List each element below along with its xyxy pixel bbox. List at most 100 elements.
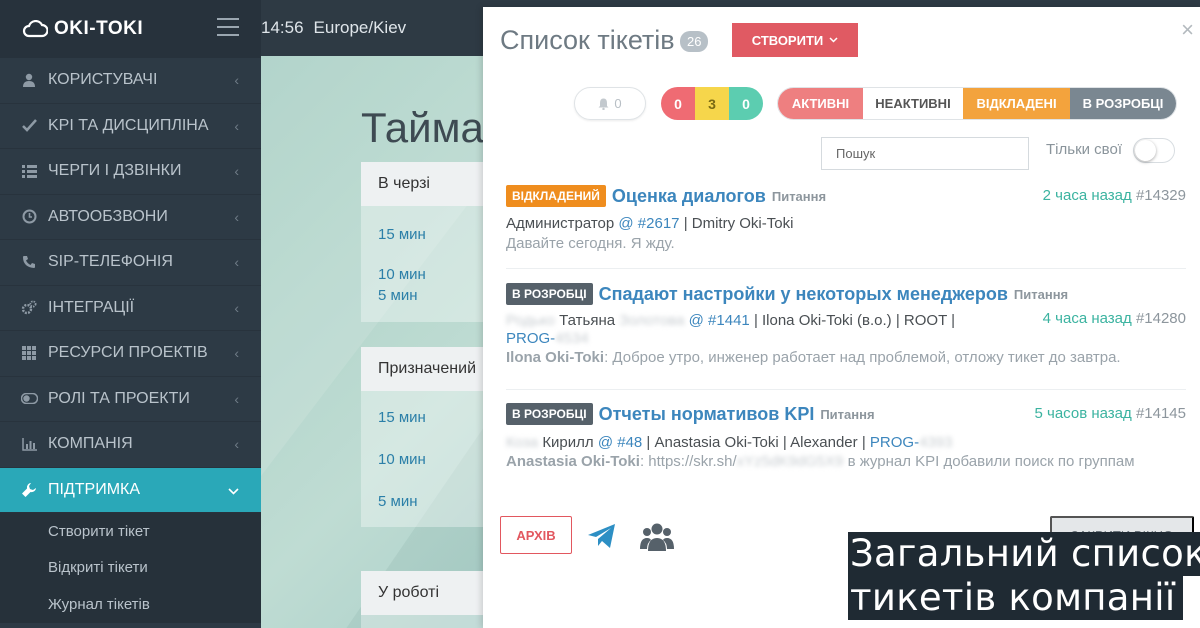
sidebar-item-integrations[interactable]: ІНТЕГРАЦІЇ ‹: [0, 286, 261, 331]
toggle-icon: [20, 390, 38, 408]
ticket-item[interactable]: В РОЗРОБЦІ Отчеты нормативов KPI Питання…: [506, 402, 1186, 470]
ticket-user-link[interactable]: @ #2617: [618, 215, 679, 232]
group-users-icon[interactable]: [640, 521, 674, 551]
ticket-time: 4 часа назад #14280: [1043, 310, 1186, 327]
sidebar-item-company[interactable]: КОМПАНІЯ ‹: [0, 422, 261, 468]
filter-in-development[interactable]: В РОЗРОБЦІ: [1070, 88, 1176, 119]
own-only-label: Тільки свої: [1046, 141, 1122, 158]
message-author: Ilona Oki-Toki: [506, 349, 605, 366]
sidebar-item-label: KPI ТА ДИСЦИПЛІНА: [48, 116, 209, 134]
ticket-last-message: Ilona Oki-Toki: Доброе утро, инженер раб…: [506, 349, 1186, 366]
promo-caption: Загальний список тикетів компанії: [848, 532, 1200, 620]
modal-title: Список тікетів: [500, 25, 675, 55]
ticket-time: 5 часов назад #14145: [1035, 405, 1186, 422]
sidebar-item-label: SIP-ТЕЛЕФОНІЯ: [48, 253, 173, 271]
wrench-icon: [20, 481, 38, 499]
hamburger-menu-icon[interactable]: [217, 18, 239, 42]
notifications-filter[interactable]: 0: [574, 87, 646, 120]
sidebar: OKI-TOKI КОРИСТУВАЧІ ‹ KPI ТА ДИСЦИПЛІНА…: [0, 0, 261, 628]
status-badge: В РОЗРОБЦІ: [506, 283, 593, 305]
sidebar-item-autodial[interactable]: АВТООБЗВОНИ ‹: [0, 195, 261, 240]
ticket-message-text: : Доброе утро, инженер работает над проб…: [604, 349, 1121, 366]
status-badge: В РОЗРОБЦІ: [506, 403, 593, 425]
card-value[interactable]: 15 мин: [361, 409, 426, 426]
redacted-text: Коза: [506, 434, 539, 451]
card-value[interactable]: 5 мин: [361, 493, 418, 510]
chevron-left-icon: ‹: [234, 390, 239, 407]
sidebar-item-roles[interactable]: РОЛІ ТА ПРОЕКТИ ‹: [0, 377, 261, 422]
ticket-message-text: в журнал KPI добавили поиск по группам: [847, 453, 1135, 470]
phone-icon: [20, 253, 38, 271]
ticket-title[interactable]: Спадают настройки у некоторых менеджеров: [599, 284, 1008, 305]
chevron-left-icon: ‹: [234, 208, 239, 225]
clock: 14:56: [261, 18, 304, 37]
sidebar-item-label: ІНТЕГРАЦІЇ: [48, 298, 135, 316]
counter-red[interactable]: 0: [661, 87, 695, 120]
grid-icon: [20, 344, 38, 362]
divider: [506, 268, 1186, 269]
status-counters: 0 3 0: [661, 87, 763, 120]
ticket-title[interactable]: Отчеты нормативов KPI: [599, 404, 815, 425]
chevron-left-icon: ‹: [234, 117, 239, 134]
filter-postponed[interactable]: ВІДКЛАДЕНІ: [963, 88, 1070, 119]
ticket-item[interactable]: ВІДКЛАДЕНИЙ Оценка диалогов Питання 2 ча…: [506, 184, 1186, 252]
create-button-label: СТВОРИТИ: [751, 32, 824, 48]
counter-green[interactable]: 0: [729, 87, 763, 120]
message-link[interactable]: : https://skr.sh/: [640, 453, 737, 470]
sidebar-item-label: КОМПАНІЯ: [48, 435, 133, 453]
timezone: Europe/Kiev: [313, 18, 407, 37]
prog-link[interactable]: PROG-: [870, 434, 919, 451]
redacted-text: 4393: [919, 434, 953, 451]
chevron-down-icon: [829, 37, 838, 43]
ticket-author: Кирилл: [542, 434, 594, 451]
status-filter-tabs: АКТИВНІ НЕАКТИВНІ ВІДКЛАДЕНІ В РОЗРОБЦІ: [777, 87, 1177, 120]
ticket-item[interactable]: В РОЗРОБЦІ Спадают настройки у некоторых…: [506, 282, 1186, 366]
chevron-left-icon: ‹: [234, 345, 239, 362]
sidebar-item-kpi[interactable]: KPI ТА ДИСЦИПЛІНА ‹: [0, 104, 261, 149]
chevron-left-icon: ‹: [234, 72, 239, 89]
timeout-card-assigned: Призначений 15 мин 10 мин 5 мин: [361, 347, 501, 527]
ticket-title[interactable]: Оценка диалогов: [612, 186, 766, 207]
divider: [506, 389, 1186, 390]
sidebar-item-queues[interactable]: ЧЕРГИ І ДЗВІНКИ ‹: [0, 149, 261, 195]
ticket-time: 2 часа назад #14329: [1043, 187, 1186, 204]
check-icon: [20, 117, 38, 135]
submenu-ticket-log[interactable]: Журнал тікетів: [0, 586, 261, 623]
archive-button[interactable]: АРХІВ: [500, 516, 572, 554]
card-value[interactable]: 10 мин: [361, 451, 426, 468]
ticket-assignees: | Ilona Oki-Toki (в.о.) | ROOT |: [753, 312, 956, 329]
ticket-id: #14145: [1135, 405, 1186, 422]
telegram-icon[interactable]: [587, 523, 617, 549]
submenu-create-ticket[interactable]: Створити тікет: [0, 513, 261, 550]
sidebar-item-resources[interactable]: РЕСУРСИ ПРОЕКТІВ ‹: [0, 331, 261, 377]
card-value[interactable]: 5 мин: [361, 287, 418, 304]
close-icon[interactable]: ×: [1181, 17, 1194, 43]
sidebar-item-label: КОРИСТУВАЧІ: [48, 71, 158, 89]
ticket-user-link[interactable]: @ #48: [598, 434, 642, 451]
sidebar-item-label: РЕСУРСИ ПРОЕКТІВ: [48, 344, 208, 362]
search-input[interactable]: [821, 137, 1029, 170]
bar-chart-icon: [20, 435, 38, 453]
own-only-toggle[interactable]: [1133, 138, 1175, 163]
sidebar-item-sip[interactable]: SIP-ТЕЛЕФОНІЯ ‹: [0, 240, 261, 286]
cloud-logo-icon: [22, 20, 48, 38]
bell-count: 0: [614, 96, 622, 111]
card-value[interactable]: 15 мин: [361, 226, 426, 243]
ticket-user-link[interactable]: @ #1441: [689, 312, 750, 329]
card-value[interactable]: 10 мин: [361, 266, 426, 283]
filter-active[interactable]: АКТИВНІ: [778, 88, 863, 119]
ticket-category: Питання: [820, 406, 875, 422]
filter-inactive[interactable]: НЕАКТИВНІ: [863, 88, 963, 119]
counter-yellow[interactable]: 3: [695, 87, 729, 120]
card-header: У роботі: [361, 571, 501, 615]
sidebar-item-support[interactable]: ПІДТРИМКА: [0, 467, 261, 513]
support-submenu: Створити тікет Відкриті тікети Журнал ті…: [0, 513, 261, 623]
sidebar-item-label: РОЛІ ТА ПРОЕКТИ: [48, 389, 190, 407]
card-header: В черзі: [361, 162, 501, 206]
submenu-open-tickets[interactable]: Відкриті тікети: [0, 550, 261, 587]
list-icon: [20, 162, 38, 180]
create-button[interactable]: СТВОРИТИ: [732, 23, 858, 57]
sidebar-item-users[interactable]: КОРИСТУВАЧІ ‹: [0, 58, 261, 104]
app-name: OKI-TOKI: [54, 18, 144, 39]
prog-link[interactable]: PROG-: [506, 330, 555, 347]
